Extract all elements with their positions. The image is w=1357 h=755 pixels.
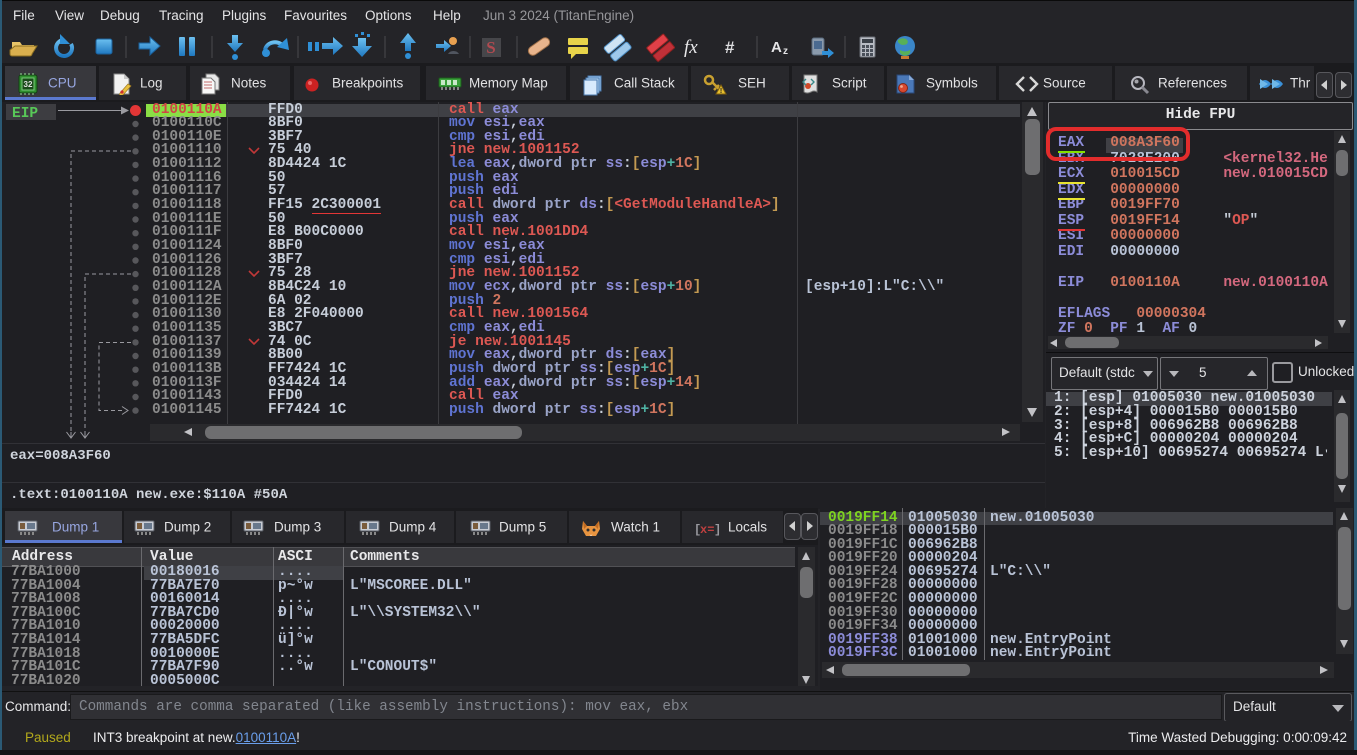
svg-text:EIP: EIP bbox=[12, 106, 38, 122]
svg-text:#: # bbox=[725, 38, 735, 57]
svg-text:32: 32 bbox=[24, 80, 33, 89]
svg-text:x=: x= bbox=[700, 523, 714, 537]
svg-text:fx: fx bbox=[684, 37, 698, 58]
svg-text:!: ! bbox=[720, 88, 722, 95]
svg-text:A: A bbox=[771, 39, 782, 56]
svg-text:]: ] bbox=[714, 523, 720, 537]
svg-text:S: S bbox=[486, 38, 495, 57]
svg-text:z: z bbox=[783, 46, 788, 57]
